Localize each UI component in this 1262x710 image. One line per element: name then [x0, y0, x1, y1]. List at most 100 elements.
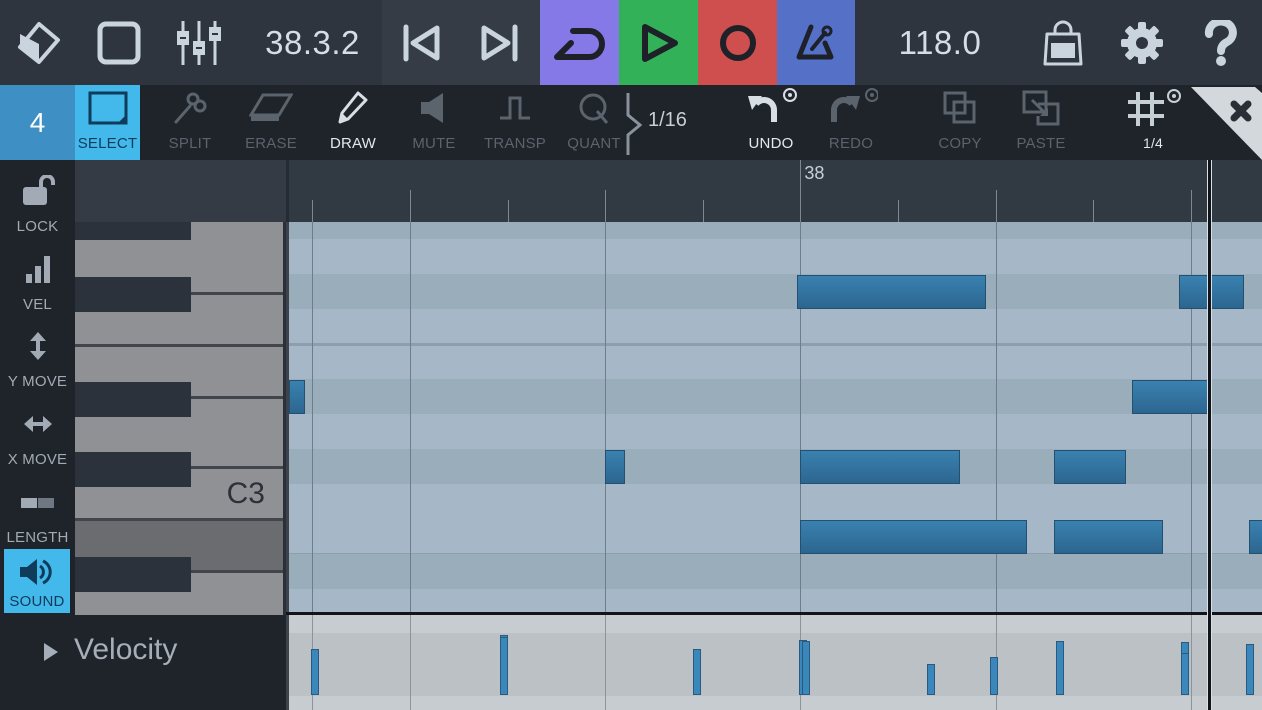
- tool-label: SPLIT: [168, 135, 212, 152]
- grid-button[interactable]: 1/4: [1120, 85, 1186, 160]
- paste-button[interactable]: PASTE: [1008, 85, 1074, 160]
- black-key-row: [289, 554, 1262, 589]
- black-key-c-sharp3[interactable]: [75, 452, 191, 487]
- timeline-ruler[interactable]: 38 39: [286, 160, 1262, 222]
- step-transpose-icon: [498, 94, 532, 127]
- piano-keyboard[interactable]: C3: [75, 222, 286, 615]
- pencil-icon: [338, 91, 368, 130]
- beat-gridline: [605, 222, 607, 612]
- beat-tick: [605, 190, 607, 222]
- project-button[interactable]: [8, 0, 70, 85]
- black-key-d-sharp3[interactable]: [75, 382, 191, 417]
- velocity-lane[interactable]: [286, 615, 1262, 710]
- quantize-value[interactable]: 1/16: [648, 109, 687, 132]
- black-key-g-sharp3[interactable]: [75, 222, 191, 240]
- tool-split[interactable]: SPLIT: [155, 85, 225, 160]
- length-button[interactable]: LENGTH: [0, 474, 75, 549]
- velocity-bar[interactable]: [802, 641, 811, 695]
- beat-tick: [1190, 190, 1192, 222]
- midi-note[interactable]: [1054, 520, 1164, 554]
- lock-button[interactable]: LOCK: [0, 163, 75, 238]
- black-key-a-sharp2[interactable]: [75, 557, 191, 592]
- triangle-right-icon[interactable]: [44, 643, 58, 661]
- close-icon: [1230, 100, 1252, 122]
- midi-note[interactable]: [1132, 380, 1209, 414]
- tool-quantize[interactable]: QUANT: [562, 85, 626, 160]
- copy-button[interactable]: COPY: [928, 85, 992, 160]
- grid-value: 1/4: [1142, 135, 1164, 151]
- midi-note[interactable]: [1249, 520, 1262, 554]
- song-position[interactable]: 38.3.2: [250, 0, 375, 85]
- tool-mute[interactable]: MUTE: [400, 85, 468, 160]
- bar-tick: [800, 160, 802, 222]
- tool-transpose[interactable]: TRANSP: [482, 85, 548, 160]
- velocity-bar[interactable]: [1056, 641, 1065, 695]
- velocity-gridline: [605, 615, 607, 710]
- tempo-display[interactable]: 118.0: [880, 0, 1000, 85]
- beat-gridline: [410, 222, 412, 612]
- midi-note[interactable]: [800, 450, 961, 484]
- gear-icon: [1119, 20, 1165, 66]
- velocity-lane-header[interactable]: Velocity: [0, 615, 286, 710]
- play-button[interactable]: [619, 0, 698, 85]
- metronome-button[interactable]: [777, 0, 855, 85]
- shop-button[interactable]: [1032, 0, 1094, 85]
- record-button[interactable]: [698, 0, 777, 85]
- midi-note[interactable]: [605, 450, 625, 484]
- black-key-f-sharp3[interactable]: [75, 277, 191, 312]
- velocity-lane-title: Velocity: [74, 633, 178, 666]
- beat-tick: [410, 190, 412, 222]
- tool-label: TRANSP: [483, 135, 547, 152]
- track-number[interactable]: 4: [0, 85, 75, 160]
- square-icon: [96, 20, 142, 66]
- velocity-range-band: [289, 633, 1262, 696]
- cube-icon: [16, 20, 62, 66]
- playhead[interactable]: [1207, 160, 1213, 710]
- tool-draw[interactable]: DRAW: [318, 85, 388, 160]
- midi-note[interactable]: [800, 520, 1027, 554]
- midi-note[interactable]: [289, 380, 305, 414]
- loop-button[interactable]: [540, 0, 619, 85]
- mixer-button[interactable]: [168, 0, 230, 85]
- velocity-bar[interactable]: [310, 648, 319, 695]
- redo-button[interactable]: REDO: [818, 85, 884, 160]
- bar-number: 38: [804, 163, 825, 183]
- velocity-bar[interactable]: [927, 664, 936, 695]
- y-move-button[interactable]: Y MOVE: [0, 318, 75, 393]
- forward-button[interactable]: [469, 0, 531, 85]
- midi-note[interactable]: [796, 275, 986, 309]
- side-tool-label: X MOVE: [7, 451, 68, 468]
- length-icon: [20, 496, 56, 514]
- undo-button[interactable]: UNDO: [738, 85, 804, 160]
- note-grid[interactable]: [286, 222, 1262, 612]
- select-rectangle-icon: [88, 91, 128, 130]
- x-move-button[interactable]: X MOVE: [0, 396, 75, 471]
- close-editor-button[interactable]: [1187, 85, 1262, 160]
- vertical-arrows-icon: [29, 331, 47, 366]
- browser-button[interactable]: [88, 0, 150, 85]
- tool-label: QUANT: [567, 135, 621, 152]
- top-bar: 38.3.2 118.0: [0, 0, 1262, 85]
- mixer-sliders-icon: [174, 19, 224, 67]
- velocity-bar[interactable]: [1181, 652, 1190, 695]
- midi-note[interactable]: [1054, 450, 1127, 484]
- c3-key-label: C3: [226, 477, 265, 510]
- velocity-bar[interactable]: [693, 648, 702, 695]
- redo-label: REDO: [828, 135, 874, 152]
- velocity-bar[interactable]: [499, 637, 508, 695]
- tool-erase[interactable]: ERASE: [236, 85, 306, 160]
- velocity-bar[interactable]: [1245, 644, 1254, 695]
- play-icon: [639, 23, 679, 63]
- scissors-icon: [173, 91, 207, 130]
- loop-icon: [553, 23, 607, 63]
- settings-button[interactable]: [1111, 0, 1173, 85]
- undo-label: UNDO: [748, 135, 794, 152]
- sound-button[interactable]: SOUND: [4, 549, 70, 613]
- tool-select[interactable]: SELECT: [75, 85, 140, 160]
- speaker-muted-icon: [419, 91, 449, 130]
- rewind-button[interactable]: [390, 0, 452, 85]
- help-button[interactable]: [1190, 0, 1252, 85]
- velocity-bar[interactable]: [989, 656, 998, 695]
- velocity-bars-icon: [24, 254, 52, 289]
- velocity-button[interactable]: VEL: [0, 241, 75, 316]
